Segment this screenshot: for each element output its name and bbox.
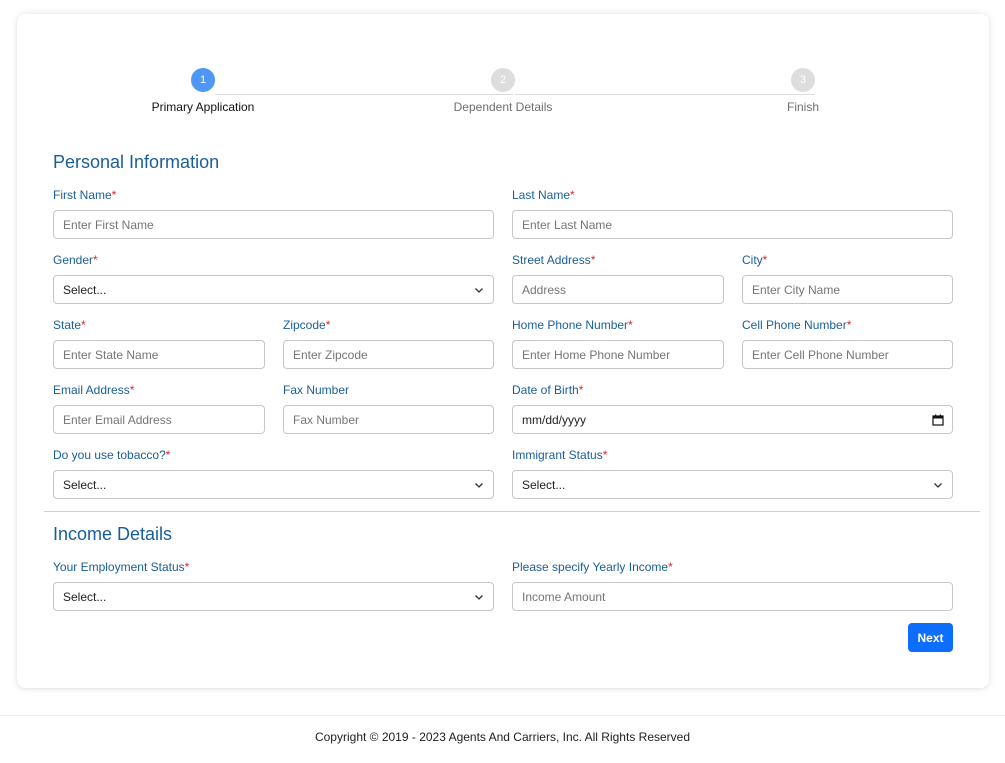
last-name-label: Last Name* (512, 188, 575, 202)
email-input[interactable] (53, 405, 265, 434)
next-button[interactable]: Next (908, 623, 953, 652)
first-name-input[interactable] (53, 210, 494, 239)
fax-label: Fax Number (283, 383, 350, 397)
required-marker: * (325, 318, 331, 332)
city-input[interactable] (742, 275, 953, 304)
chevron-down-icon (475, 482, 483, 488)
state-label: State* (53, 318, 86, 332)
required-marker: * (578, 383, 584, 397)
home-phone-input[interactable] (512, 340, 724, 369)
employment-status-select[interactable]: Select... (53, 582, 494, 611)
required-marker: * (846, 318, 852, 332)
step-3-indicator[interactable]: 3 (791, 68, 815, 92)
immigrant-status-select[interactable]: Select... (512, 470, 953, 499)
required-marker: * (762, 253, 768, 267)
last-name-input[interactable] (512, 210, 953, 239)
tobacco-label: Do you use tobacco?* (53, 448, 171, 462)
chevron-down-icon (475, 594, 483, 600)
step-1-indicator[interactable]: 1 (191, 68, 215, 92)
yearly-income-input[interactable] (512, 582, 953, 611)
date-of-birth-label: Date of Birth* (512, 383, 584, 397)
chevron-down-icon (934, 482, 942, 488)
personal-information-heading: Personal Information (53, 152, 220, 172)
street-address-label: Street Address* (512, 253, 596, 267)
chevron-down-icon (475, 287, 483, 293)
required-marker: * (81, 318, 86, 332)
home-phone-label: Home Phone Number* (512, 318, 633, 332)
step-1-label: Primary Application (151, 100, 255, 114)
zipcode-input[interactable] (283, 340, 494, 369)
required-marker: * (570, 188, 575, 202)
employment-status-label: Your Employment Status* (53, 560, 190, 574)
street-address-input[interactable] (512, 275, 724, 304)
footer-divider (0, 715, 1005, 716)
yearly-income-label: Please specify Yearly Income* (512, 560, 673, 574)
first-name-label: First Name* (53, 188, 117, 202)
tobacco-select[interactable]: Select... (53, 470, 494, 499)
gender-select[interactable]: Select... (53, 275, 494, 304)
gender-label: Gender* (53, 253, 98, 267)
step-3-label: Finish (786, 100, 820, 114)
required-marker: * (111, 188, 117, 202)
required-marker: * (129, 383, 135, 397)
fax-input[interactable] (283, 405, 494, 434)
immigrant-status-label: Immigrant Status* (512, 448, 608, 462)
stepper-connector (515, 94, 815, 95)
email-label: Email Address* (53, 383, 135, 397)
tobacco-select-value: Select... (63, 477, 107, 492)
gender-select-value: Select... (63, 282, 107, 297)
state-input[interactable] (53, 340, 265, 369)
zipcode-label: Zipcode* (283, 318, 331, 332)
section-divider (44, 511, 980, 512)
stepper-connector (215, 94, 513, 95)
immigrant-status-select-value: Select... (522, 477, 566, 492)
required-marker: * (668, 560, 673, 574)
date-of-birth-value: mm/dd/yyyy (522, 412, 587, 427)
cell-phone-input[interactable] (742, 340, 953, 369)
calendar-icon[interactable] (932, 414, 944, 426)
required-marker: * (165, 448, 171, 462)
required-marker: * (602, 448, 608, 462)
city-label: City* (742, 253, 768, 267)
footer-copyright: Copyright © 2019 - 2023 Agents And Carri… (314, 730, 691, 744)
date-of-birth-input[interactable]: mm/dd/yyyy (512, 405, 953, 434)
required-marker: * (628, 318, 633, 332)
required-marker: * (93, 253, 98, 267)
required-marker: * (184, 560, 190, 574)
cell-phone-label: Cell Phone Number* (742, 318, 852, 332)
step-2-indicator[interactable]: 2 (491, 68, 515, 92)
required-marker: * (590, 253, 596, 267)
income-details-heading: Income Details (53, 524, 173, 544)
employment-status-select-value: Select... (63, 589, 107, 604)
step-2-label: Dependent Details (453, 100, 553, 114)
